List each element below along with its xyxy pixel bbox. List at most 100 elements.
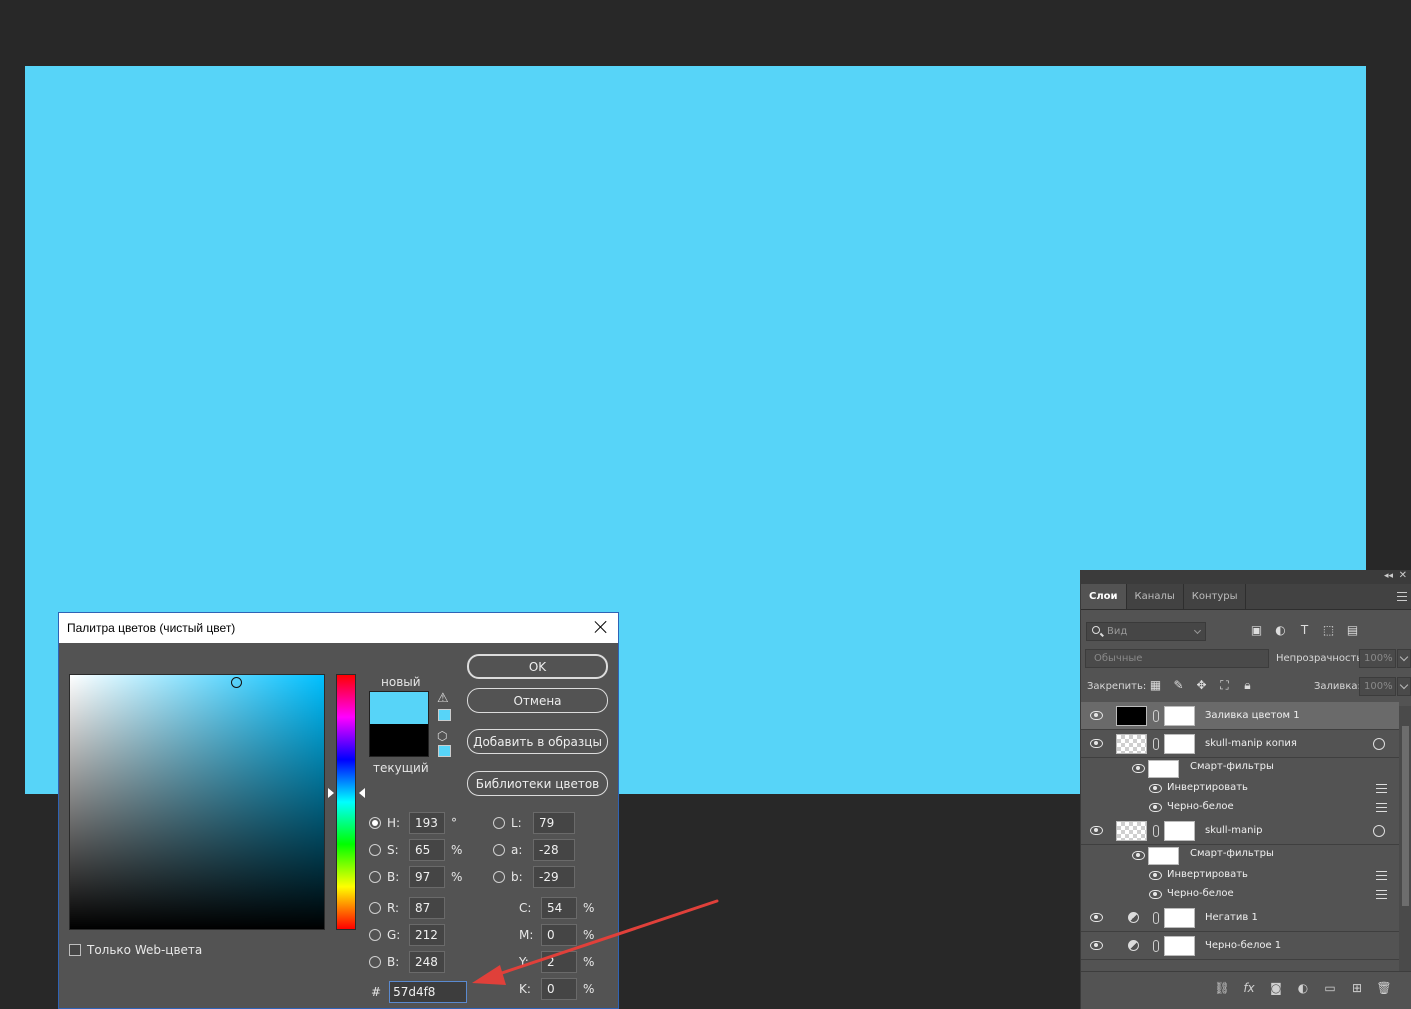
visibility-eye-icon[interactable] [1149, 871, 1162, 880]
hue-slider[interactable] [336, 674, 356, 930]
smart-filter-mask[interactable] [1148, 760, 1179, 778]
radio-l[interactable] [493, 817, 505, 829]
close-panel-icon[interactable]: ✕ [1399, 570, 1407, 581]
close-icon[interactable] [592, 618, 610, 636]
smart-filter-badge-icon[interactable] [1373, 825, 1385, 837]
lock-pixels-icon[interactable]: ✎ [1171, 678, 1186, 693]
l-input[interactable]: 79 [533, 812, 575, 834]
radio-h[interactable] [369, 817, 381, 829]
saturation-brightness-field[interactable] [69, 674, 325, 930]
tab-layers[interactable]: Слои [1081, 584, 1127, 609]
web-only-option[interactable]: Только Web-цвета [69, 943, 202, 957]
new-adjustment-icon[interactable]: ◐ [1295, 980, 1311, 996]
trash-icon[interactable]: 🗑︎ [1376, 980, 1392, 996]
r-input[interactable]: 87 [409, 897, 445, 919]
fill-dropdown-icon[interactable] [1397, 677, 1411, 696]
link-icon[interactable] [1153, 738, 1159, 750]
link-icon[interactable] [1153, 825, 1159, 837]
radio-a[interactable] [493, 844, 505, 856]
visibility-eye-icon[interactable] [1132, 851, 1145, 860]
radio-g[interactable] [369, 929, 381, 941]
tab-paths[interactable]: Контуры [1184, 584, 1247, 609]
web-safe-swatch[interactable] [438, 745, 451, 757]
panel-menu-icon[interactable] [1397, 592, 1407, 601]
link-icon[interactable] [1153, 940, 1159, 952]
lock-artboard-icon[interactable]: ⛶ [1217, 678, 1232, 693]
visibility-eye-icon[interactable] [1090, 711, 1103, 720]
layer-row[interactable]: skull-manip [1081, 817, 1399, 845]
smart-object-filter-icon[interactable]: ▤ [1345, 623, 1360, 638]
h-input[interactable]: 193 [409, 812, 445, 834]
layer-filter-select[interactable]: Вид [1086, 622, 1206, 641]
link-layers-icon[interactable]: ⛓ [1214, 980, 1230, 996]
image-filter-icon[interactable]: ▣ [1249, 623, 1264, 638]
visibility-eye-icon[interactable] [1149, 890, 1162, 899]
hex-input[interactable]: 57d4f8 [389, 981, 468, 1003]
gamut-warning-swatch[interactable] [438, 709, 451, 721]
hue-slider-handle-left[interactable] [328, 788, 334, 798]
filter-name[interactable]: Черно-белое [1167, 888, 1234, 899]
tab-channels[interactable]: Каналы [1127, 584, 1184, 609]
gamut-warning-icon[interactable]: ⚠ [437, 692, 451, 706]
smart-filter-badge-icon[interactable] [1373, 738, 1385, 750]
current-color-swatch[interactable] [369, 724, 429, 757]
blend-mode-select[interactable]: Обычные [1085, 649, 1269, 668]
filter-options-icon[interactable] [1376, 890, 1387, 899]
visibility-eye-icon[interactable] [1090, 941, 1103, 950]
smart-filter-mask[interactable] [1148, 847, 1179, 865]
text-filter-icon[interactable]: T [1297, 623, 1312, 638]
filter-name[interactable]: Черно-белое [1167, 801, 1234, 812]
add-mask-icon[interactable]: ◙ [1268, 980, 1284, 996]
visibility-eye-icon[interactable] [1132, 764, 1145, 773]
g-input[interactable]: 212 [409, 924, 445, 946]
layer-mask-thumbnail[interactable] [1164, 734, 1195, 754]
collapse-icon[interactable]: ◂◂ [1384, 571, 1393, 581]
b-input[interactable]: 97 [409, 866, 445, 888]
filter-options-icon[interactable] [1376, 803, 1387, 812]
s-input[interactable]: 65 [409, 839, 445, 861]
layer-row[interactable]: Негатив 1 [1081, 904, 1399, 932]
web-safe-cube-icon[interactable]: ⬡ [437, 729, 451, 743]
link-icon[interactable] [1153, 912, 1159, 924]
layers-scrollbar[interactable] [1399, 706, 1411, 971]
radio-lab-b[interactable] [493, 871, 505, 883]
layer-mask-thumbnail[interactable] [1164, 821, 1195, 841]
lock-all-icon[interactable]: 🔒︎ [1240, 678, 1255, 693]
layer-row[interactable]: skull-manip копия [1081, 730, 1399, 758]
radio-s[interactable] [369, 844, 381, 856]
a-input[interactable]: -28 [533, 839, 575, 861]
filter-name[interactable]: Инвертировать [1167, 782, 1248, 793]
filter-name[interactable]: Инвертировать [1167, 869, 1248, 880]
ok-button[interactable]: OK [467, 654, 608, 679]
filter-options-icon[interactable] [1376, 871, 1387, 880]
m-input[interactable]: 0 [541, 924, 577, 946]
c-input[interactable]: 54 [541, 897, 577, 919]
scrollbar-thumb[interactable] [1402, 726, 1409, 906]
adjustment-filter-icon[interactable]: ◐ [1273, 623, 1288, 638]
k-input[interactable]: 0 [541, 978, 577, 1000]
color-libraries-button[interactable]: Библиотеки цветов [467, 771, 608, 796]
lock-position-icon[interactable]: ✥ [1194, 678, 1209, 693]
lock-transparency-icon[interactable]: ▦ [1148, 678, 1163, 693]
add-to-swatches-button[interactable]: Добавить в образцы [467, 729, 608, 754]
layer-mask-thumbnail[interactable] [1164, 936, 1195, 956]
new-layer-icon[interactable]: ⊞ [1349, 980, 1365, 996]
fill-input[interactable]: 100% [1359, 677, 1396, 696]
layer-row[interactable]: Черно-белое 1 [1081, 932, 1399, 960]
filter-options-icon[interactable] [1376, 784, 1387, 793]
hue-slider-handle-right[interactable] [359, 788, 365, 798]
layer-mask-thumbnail[interactable] [1164, 706, 1195, 726]
visibility-eye-icon[interactable] [1090, 826, 1103, 835]
cancel-button[interactable]: Отмена [467, 688, 608, 713]
link-icon[interactable] [1153, 710, 1159, 722]
layer-mask-thumbnail[interactable] [1164, 908, 1195, 928]
visibility-eye-icon[interactable] [1090, 913, 1103, 922]
blue-input[interactable]: 248 [409, 951, 445, 973]
web-only-checkbox[interactable] [69, 944, 81, 956]
opacity-dropdown-icon[interactable] [1397, 649, 1411, 668]
shape-filter-icon[interactable]: ⬚ [1321, 623, 1336, 638]
radio-b[interactable] [369, 871, 381, 883]
fx-icon[interactable]: fx [1241, 980, 1257, 996]
visibility-eye-icon[interactable] [1149, 803, 1162, 812]
layer-row[interactable]: Заливка цветом 1 [1081, 702, 1399, 730]
